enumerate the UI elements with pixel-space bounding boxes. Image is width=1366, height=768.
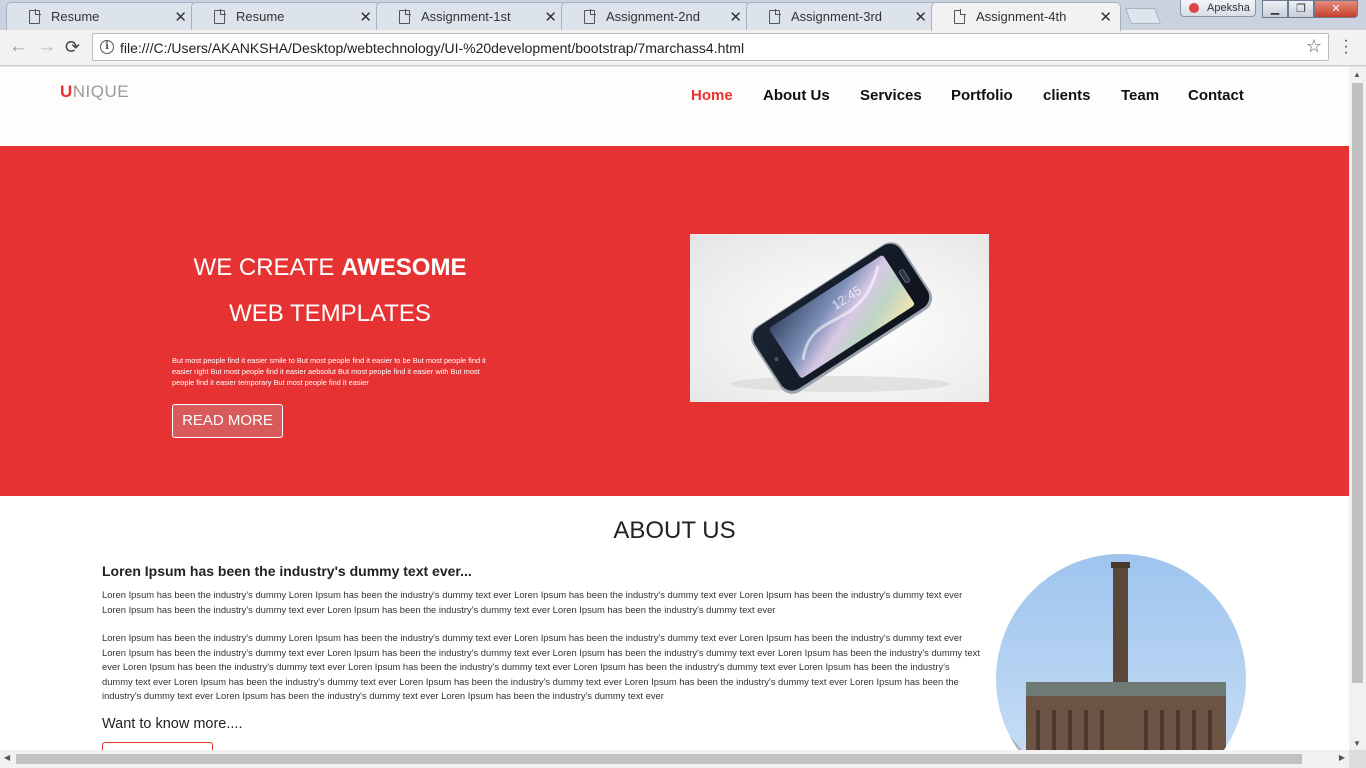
scroll-down-icon[interactable]: ▼ [1353,739,1361,748]
about-paragraph-2: Loren Ipsum has been the industry's dumm… [102,632,980,701]
vertical-scrollbar[interactable]: ▲ ▼ [1349,67,1366,750]
read-more-button[interactable]: READ MORE [172,404,283,438]
tab-resume-1[interactable]: Resume ✕ [6,2,196,30]
tab-title: Assignment-3rd [791,9,883,24]
about-paragraph-1: Loren Ipsum has been the industry's dumm… [102,589,963,615]
about-title: ABOUT US [613,517,736,544]
tab-title: Resume [236,9,285,24]
logo-rest: NIQUE [72,82,130,101]
hero-heading-line1: WE CREATE AWESOME [160,254,500,282]
vertical-scroll-thumb[interactable] [1352,83,1363,683]
tab-assignment-1st[interactable]: Assignment-1st ✕ [376,2,566,30]
nav-clients[interactable]: clients [1043,87,1091,104]
hero-heading-prefix: WE CREATE [193,254,342,281]
new-tab-button[interactable] [1125,8,1161,24]
profile-button[interactable]: Apeksha [1180,0,1256,17]
reload-icon[interactable]: ⟳ [65,37,80,58]
building-image [996,554,1246,750]
address-bar[interactable]: i file:///C:/Users/AKANKSHA/Desktop/webt… [92,33,1329,61]
hero-heading-bold: AWESOME [341,254,467,281]
document-icon [769,9,781,24]
scrollbar-corner [1349,750,1366,768]
window-controls: ▁ ❐ ✕ [1262,0,1358,19]
tab-title: Assignment-4th [976,9,1067,24]
star-icon[interactable]: ☆ [1306,36,1322,57]
close-tab-icon[interactable]: ✕ [914,8,927,26]
nav-portfolio[interactable]: Portfolio [951,87,1013,104]
site-header: UNIQUE Home About Us Services Portfolio … [0,67,1349,146]
scroll-right-icon[interactable]: ▶ [1339,753,1345,762]
info-icon[interactable]: i [100,40,114,54]
logo-initial: U [60,82,73,101]
hero-heading-line2: WEB TEMPLATES [229,300,431,327]
site-logo[interactable]: UNIQUE [60,82,129,102]
phone-image: 12:45 [690,234,989,402]
know-more-button[interactable] [102,742,213,750]
document-icon [29,9,41,24]
nav-about-us[interactable]: About Us [763,87,830,104]
hero-section: WE CREATE AWESOME WEB TEMPLATES But most… [0,146,1349,496]
nav-services[interactable]: Services [860,87,922,104]
browser-toolbar: ← → ⟳ i file:///C:/Users/AKANKSHA/Deskto… [0,30,1366,66]
close-tab-icon[interactable]: ✕ [729,8,742,26]
tab-assignment-2nd[interactable]: Assignment-2nd ✕ [561,2,751,30]
tab-title: Resume [51,9,100,24]
document-icon [399,9,411,24]
forward-arrow-icon[interactable]: → [37,36,56,58]
scroll-up-icon[interactable]: ▲ [1353,70,1361,79]
nav-home[interactable]: Home [691,87,733,104]
profile-avatar-icon [1189,3,1199,13]
document-icon [584,9,596,24]
nav-contact[interactable]: Contact [1188,87,1244,104]
want-to-know-more-text: Want to know more.... [102,716,243,732]
hero-paragraph: But most people find it easier smile to … [172,356,486,387]
tab-assignment-4th[interactable]: Assignment-4th ✕ [931,2,1121,31]
close-window-icon[interactable]: ✕ [1314,0,1358,18]
document-icon [214,9,226,24]
tab-title: Assignment-2nd [606,9,700,24]
kebab-menu-icon[interactable]: · · · [1342,33,1350,61]
tab-title: Assignment-1st [421,9,511,24]
back-arrow-icon[interactable]: ← [9,36,28,58]
document-icon [954,9,966,24]
tab-resume-2[interactable]: Resume ✕ [191,2,381,30]
browser-tab-strip: Resume ✕ Resume ✕ Assignment-1st ✕ Assig… [0,0,1366,31]
nav-team[interactable]: Team [1121,87,1159,104]
url-text[interactable]: file:///C:/Users/AKANKSHA/Desktop/webtec… [120,40,744,56]
close-tab-icon[interactable]: ✕ [544,8,557,26]
profile-name: Apeksha [1207,2,1250,14]
close-tab-icon[interactable]: ✕ [359,8,372,26]
minimize-icon[interactable]: ▁ [1262,0,1288,18]
horizontal-scrollbar[interactable]: ◀ ▶ [0,750,1349,768]
page-viewport: UNIQUE Home About Us Services Portfolio … [0,67,1349,750]
restore-icon[interactable]: ❐ [1288,0,1314,18]
horizontal-scroll-thumb[interactable] [16,754,1302,764]
tab-assignment-3rd[interactable]: Assignment-3rd ✕ [746,2,936,30]
scroll-left-icon[interactable]: ◀ [4,753,10,762]
about-subtitle: Loren Ipsum has been the industry's dumm… [102,563,472,579]
close-tab-icon[interactable]: ✕ [174,8,187,26]
close-tab-icon[interactable]: ✕ [1099,8,1112,26]
